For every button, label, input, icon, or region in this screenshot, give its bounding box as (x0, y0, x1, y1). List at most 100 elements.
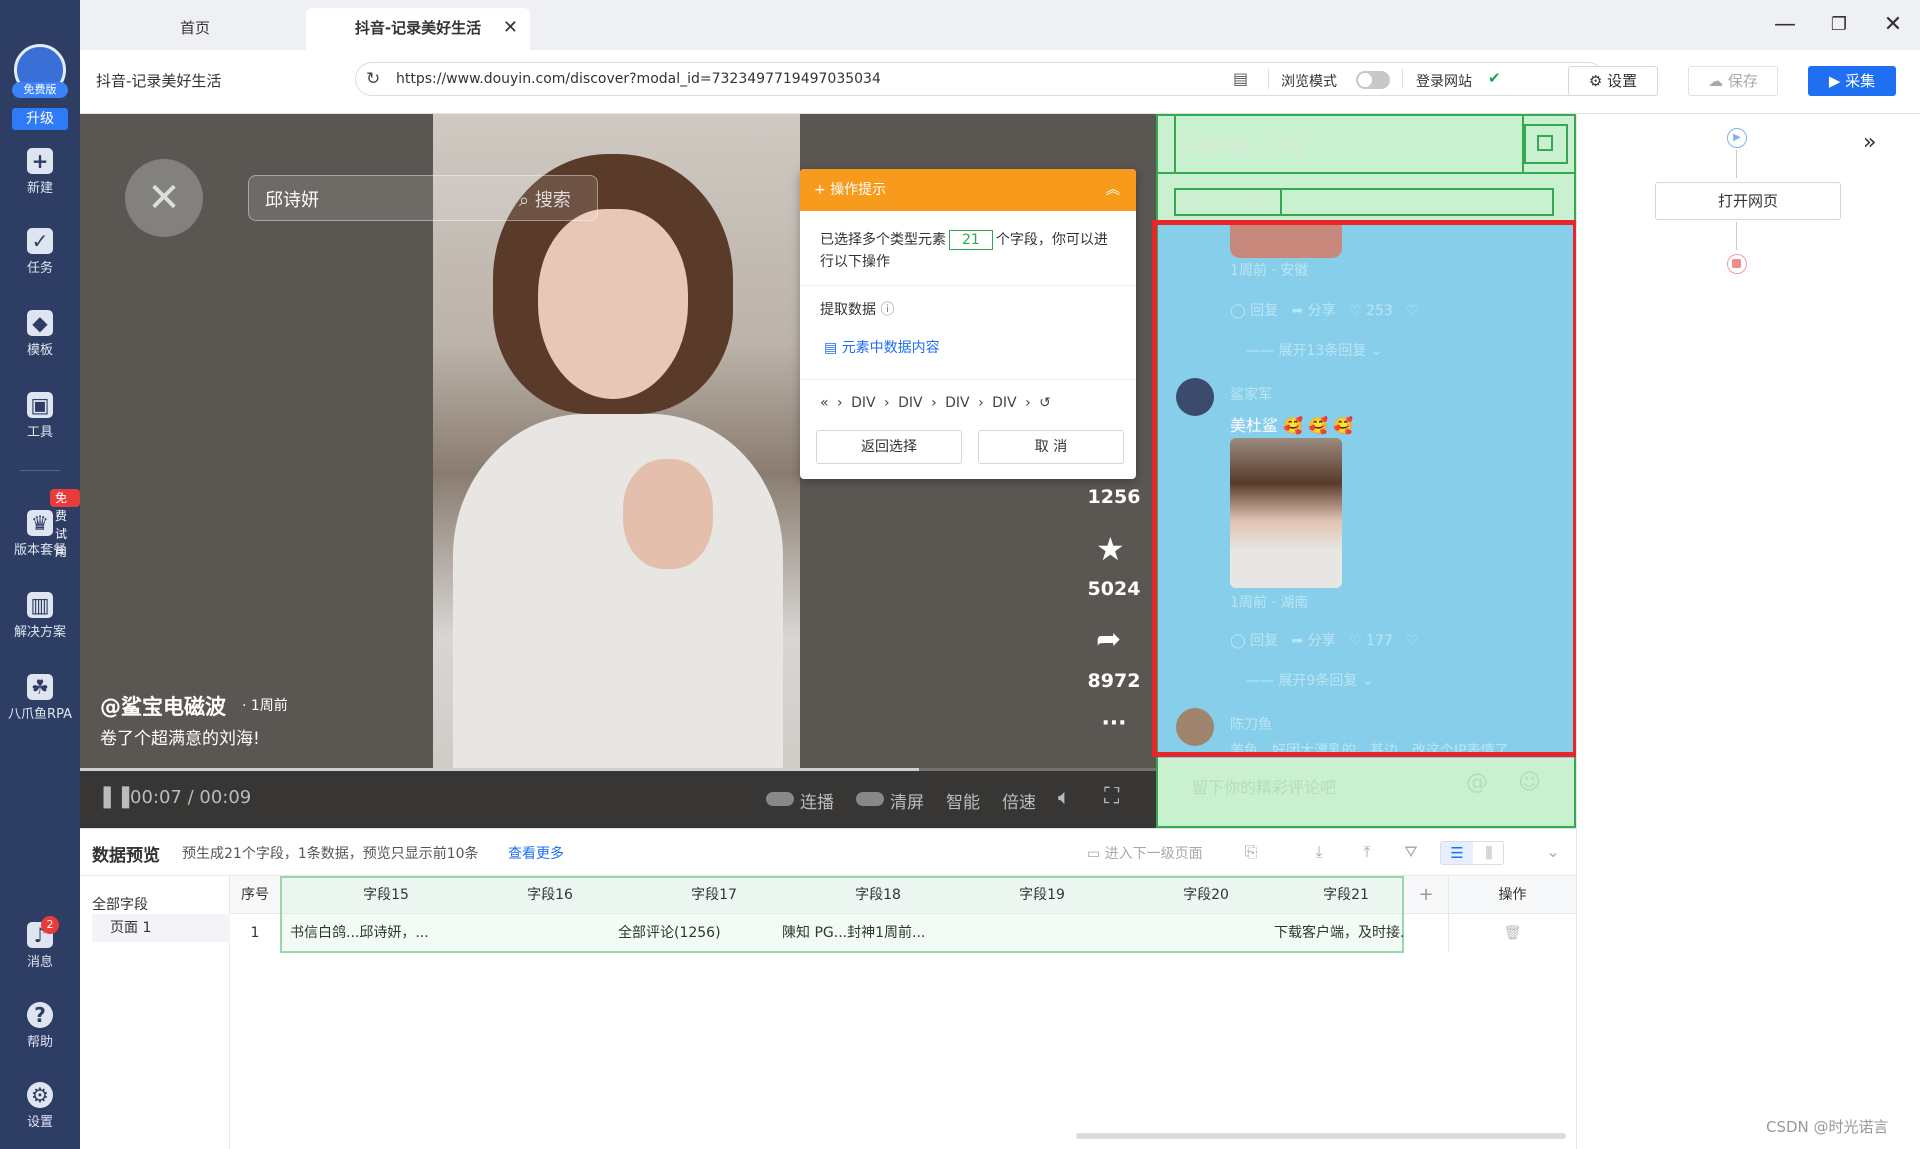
window-close-icon[interactable]: ✕ (1880, 12, 1906, 38)
column-header[interactable]: 字段15 (304, 876, 468, 914)
video-author[interactable]: @鲨宝电磁波 (100, 691, 226, 721)
element-path: « › DIV › DIV › DIV › DIV › ↺ (820, 395, 1120, 411)
task-check-icon: ✓ (27, 228, 53, 254)
autoplay-label[interactable]: 连播 (800, 788, 834, 813)
view-toggle[interactable]: ☰ ⫼ (1440, 841, 1504, 865)
all-fields-item[interactable]: 全部字段 (92, 894, 148, 914)
table-cell[interactable]: 陳知 PG...封神1周前... (776, 914, 940, 952)
sidebar-item-plans[interactable]: ♛ 版本套餐 (0, 510, 80, 558)
table-cell[interactable]: 下载客户端，及时接... (1268, 914, 1404, 952)
collapse-icon[interactable]: ︽ (1106, 169, 1120, 211)
sidebar-item-messages[interactable]: ♪ 消息 (0, 922, 80, 970)
flow-end-icon[interactable] (1727, 254, 1747, 274)
download-icon[interactable]: ⤓ (1308, 841, 1330, 863)
restore-icon[interactable]: ❐ (1826, 12, 1852, 38)
filter-icon[interactable]: ⛛ (1400, 841, 1422, 863)
flow-start-icon[interactable]: ▶ (1727, 128, 1747, 148)
insert-icon[interactable]: ⎘ (1240, 841, 1262, 863)
export-icon[interactable]: ⤒ (1356, 841, 1378, 863)
horizontal-scrollbar[interactable] (1076, 1133, 1566, 1139)
double-left-icon[interactable]: « (820, 395, 829, 411)
delete-row-icon[interactable]: 🗑︎ (1448, 914, 1576, 952)
undo-icon[interactable]: ↺ (1039, 395, 1051, 411)
column-header[interactable]: 字段20 (1124, 876, 1288, 914)
help-circle-icon: ? (27, 1002, 53, 1028)
toolbox-icon: ▣ (27, 392, 53, 418)
sidebar-item-rpa[interactable]: ☘ 八爪鱼RPA (0, 674, 80, 722)
fullscreen-icon[interactable]: ⛶ (1104, 784, 1119, 809)
flow-connector (1736, 222, 1737, 250)
smart-button[interactable]: 智能 (946, 788, 980, 813)
login-site-link[interactable]: 登录网站 (1416, 71, 1472, 91)
back-select-button[interactable]: 返回选择 (816, 430, 962, 464)
reader-icon[interactable]: ▤ (1233, 69, 1248, 88)
page-1-item[interactable]: 页面 1 (92, 914, 230, 942)
collect-button[interactable]: ▶ 采集 (1808, 66, 1896, 96)
upgrade-button[interactable]: 升级 (12, 108, 68, 130)
page-title: 抖音-记录美好生活 (96, 72, 222, 90)
video-search-box[interactable]: 邱诗妍 ⌕ 搜索 (248, 175, 598, 221)
gear-icon: ⚙ (1588, 72, 1608, 90)
refresh-icon[interactable]: ↻ (366, 69, 380, 89)
sidebar-item-new[interactable]: + 新建 (0, 148, 80, 196)
see-more-link[interactable]: 查看更多 (508, 843, 564, 863)
autoplay-toggle[interactable] (766, 792, 794, 806)
sidebar-item-solutions[interactable]: ▥ 解决方案 (0, 592, 80, 640)
sidebar-item-tools[interactable]: ▣ 工具 (0, 392, 80, 440)
path-node[interactable]: DIV (898, 395, 923, 411)
url-input[interactable]: https://www.douyin.com/discover?modal_id… (396, 71, 881, 87)
close-video-icon[interactable]: ✕ (125, 159, 203, 237)
url-bar[interactable]: ↻ https://www.douyin.com/discover?modal_… (355, 62, 1605, 96)
sidebar-item-settings[interactable]: ⚙ 设置 (0, 1082, 80, 1130)
search-input[interactable]: 邱诗妍 (265, 186, 319, 212)
time-display: 00:07 / 00:09 (130, 787, 252, 808)
minimize-icon[interactable]: — (1772, 12, 1798, 38)
settings-button[interactable]: ⚙ 设置 (1568, 66, 1658, 96)
progress-track[interactable] (80, 768, 1156, 771)
clearscreen-toggle[interactable] (856, 792, 884, 806)
star-icon[interactable]: ★ (1096, 530, 1125, 568)
search-button[interactable]: ⌕ 搜索 (519, 186, 571, 212)
table-cell[interactable]: 书信白鸽...邱诗妍，... (284, 914, 448, 952)
more-icon[interactable]: ··· (1084, 711, 1144, 736)
column-header[interactable]: 字段17 (632, 876, 796, 914)
tab-home[interactable]: 首页 (120, 8, 270, 50)
progress-fill (80, 768, 920, 771)
cancel-button[interactable]: 取 消 (978, 430, 1124, 464)
clearscreen-label[interactable]: 清屏 (890, 788, 924, 813)
column-header[interactable]: 字段18 (796, 876, 960, 914)
speed-button[interactable]: 倍速 (1002, 788, 1036, 813)
collapse-down-icon[interactable]: ⌄ (1542, 841, 1564, 863)
next-level-button[interactable]: ▭ 进入下一级页面 (1087, 843, 1203, 863)
table-cell[interactable]: 全部评论(1256) (612, 914, 776, 952)
comments-count[interactable]: 1256 (1084, 486, 1144, 508)
table-cell[interactable] (940, 914, 1104, 952)
sidebar-item-tasks[interactable]: ✓ 任务 (0, 228, 80, 276)
path-node[interactable]: DIV (945, 395, 970, 411)
table-cell[interactable] (1104, 914, 1268, 952)
tab-close-icon[interactable]: ✕ (503, 8, 518, 48)
face-shape (538, 209, 688, 399)
cloud-upload-icon: ☁ (1708, 72, 1728, 90)
sidebar-item-templates[interactable]: ◆ 模板 (0, 310, 80, 358)
flow-open-page-step[interactable]: 打开网页 (1655, 182, 1841, 220)
plan-badge: 免费版 (12, 82, 68, 98)
list-view-icon[interactable]: ☰ (1441, 842, 1473, 864)
browse-mode-toggle[interactable] (1356, 71, 1390, 89)
sidebar-item-help[interactable]: ? 帮助 (0, 1002, 80, 1050)
path-node[interactable]: DIV (851, 395, 876, 411)
column-header[interactable]: 字段16 (468, 876, 632, 914)
volume-icon[interactable]: 🔈︎ (1058, 785, 1071, 810)
share-icon[interactable]: ➦ (1096, 622, 1121, 657)
tab-douyin[interactable]: 抖音-记录美好生活 ✕ (306, 8, 530, 50)
path-node[interactable]: DIV (992, 395, 1017, 411)
table-icon: ▤ (824, 340, 842, 356)
expand-panel-icon[interactable]: » (1863, 130, 1876, 155)
add-column-button[interactable]: + (1404, 876, 1448, 914)
table-cell[interactable] (448, 914, 612, 952)
column-header[interactable]: 字段21 (1288, 876, 1404, 914)
save-button[interactable]: ☁ 保存 (1688, 66, 1778, 96)
column-view-icon[interactable]: ⫼ (1473, 842, 1505, 864)
element-data-option[interactable]: ▤ 元素中数据内容 (824, 337, 940, 357)
column-header[interactable]: 字段19 (960, 876, 1124, 914)
